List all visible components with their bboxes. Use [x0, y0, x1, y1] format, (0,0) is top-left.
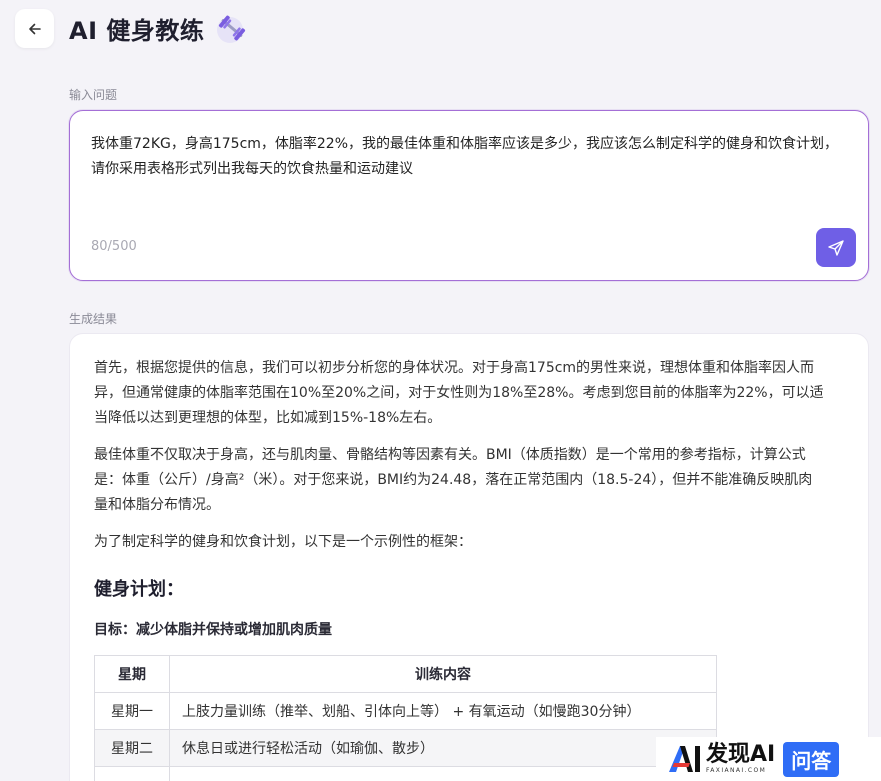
page-title-text: AI 健身教练	[69, 16, 205, 45]
dumbbell-icon	[217, 15, 246, 43]
question-input[interactable]: 我体重72KG，身高175cm，体脂率22%，我的最佳体重和体脂率应该是多少，我…	[91, 132, 850, 182]
result-paragraph: 最佳体重不仅取决于身高，还与肌肉量、骨骼结构等因素有关。BMI（体质指数）是一个…	[94, 447, 813, 513]
input-section-label: 输入问题	[69, 88, 118, 102]
table-cell-day	[94, 766, 170, 781]
table-cell-content: 上肢力量训练（推举、划船、引体向上等） + 有氧运动（如慢跑30分钟）	[169, 692, 717, 730]
arrow-left-icon	[28, 23, 41, 34]
back-button[interactable]	[15, 9, 54, 48]
char-count: 80/500	[91, 239, 137, 254]
result-box: 首先，根据您提供的信息，我们可以初步分析您的身体状况。对于身高175cm的男性来…	[69, 333, 869, 781]
table-cell-day: 星期一	[94, 692, 170, 730]
table-row: 星期二 休息日或进行轻松活动（如瑜伽、散步）	[94, 729, 717, 767]
watermark-badge: 问答	[783, 741, 840, 777]
table-header-content: 训练内容	[169, 655, 717, 693]
result-paragraph: 为了制定科学的健身和饮食计划，以下是一个示例性的框架：	[94, 534, 472, 550]
table-header-day: 星期	[94, 655, 170, 693]
page: AI 健身教练 输入问题 我体重72KG，身高175cm，体脂率22%，我的最佳…	[0, 0, 881, 781]
table-row	[94, 766, 717, 781]
plan-table: 星期 训练内容 星期一 上肢力量训练（推举、划船、引体向上等） + 有氧运动（如…	[94, 655, 717, 781]
table-cell-day: 星期二	[94, 729, 170, 767]
plan-heading: 健身计划：	[94, 579, 184, 600]
watermark-text: 发现AI FAXIANAI.COM	[706, 744, 775, 774]
send-button[interactable]	[816, 228, 856, 267]
table-row: 星期一 上肢力量训练（推举、划船、引体向上等） + 有氧运动（如慢跑30分钟）	[94, 692, 717, 730]
faxianai-logo-icon	[669, 746, 700, 772]
question-input-box[interactable]: 我体重72KG，身高175cm，体脂率22%，我的最佳体重和体脂率应该是多少，我…	[69, 110, 869, 281]
send-icon	[828, 239, 844, 256]
table-header-row: 星期 训练内容	[94, 655, 717, 693]
result-paragraph: 首先，根据您提供的信息，我们可以初步分析您的身体状况。对于身高175cm的男性来…	[94, 360, 824, 426]
table-cell-content: 休息日或进行轻松活动（如瑜伽、散步）	[169, 729, 717, 767]
watermark: 发现AI FAXIANAI.COM 问答	[656, 737, 881, 781]
result-section-label: 生成结果	[69, 312, 118, 326]
table-cell-content	[169, 766, 717, 781]
page-title: AI 健身教练	[69, 10, 250, 46]
watermark-sub: FAXIANAI.COM	[706, 767, 767, 774]
goal-heading: 目标：减少体脂并保持或增加肌肉质量	[94, 622, 332, 638]
result-content: 首先，根据您提供的信息，我们可以初步分析您的身体状况。对于身高175cm的男性来…	[94, 356, 826, 781]
watermark-brand: 发现AI	[706, 742, 776, 767]
